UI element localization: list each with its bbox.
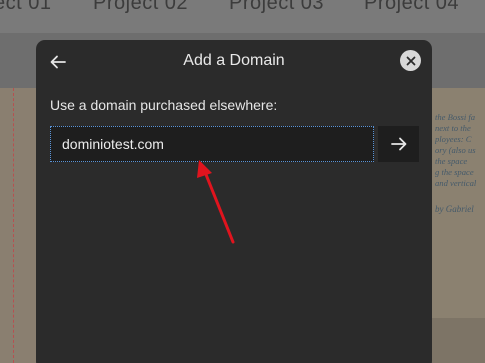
- dialog-title: Add a Domain: [183, 52, 285, 69]
- arrow-right-icon: [390, 137, 406, 151]
- bg-tab-project-01: ect 01: [0, 0, 52, 14]
- background-paper-left: [0, 88, 36, 363]
- close-button[interactable]: [400, 50, 421, 71]
- domain-input-row: [50, 126, 419, 162]
- background-body-text: the Bossi fa next to the ployees: C ory …: [435, 112, 477, 188]
- background-paper-bottom: [432, 318, 485, 363]
- background-nav: ect 01 Project 02 Project 03 Project 04: [0, 0, 485, 33]
- bg-tab-project-02: Project 02: [93, 0, 189, 14]
- bg-tab-project-04: Project 04: [364, 0, 460, 14]
- domain-input[interactable]: [50, 126, 374, 162]
- submit-domain-button[interactable]: [378, 126, 419, 162]
- domain-source-label: Use a domain purchased elsewhere:: [50, 97, 278, 113]
- close-icon: [406, 56, 415, 65]
- background-red-guide-line: [13, 88, 14, 363]
- bg-tab-project-03: Project 03: [229, 0, 325, 14]
- dialog-header: Add a Domain: [36, 40, 432, 84]
- add-domain-dialog: Add a Domain Use a domain purchased else…: [36, 40, 432, 363]
- background-credit: by Gabriel: [435, 204, 474, 214]
